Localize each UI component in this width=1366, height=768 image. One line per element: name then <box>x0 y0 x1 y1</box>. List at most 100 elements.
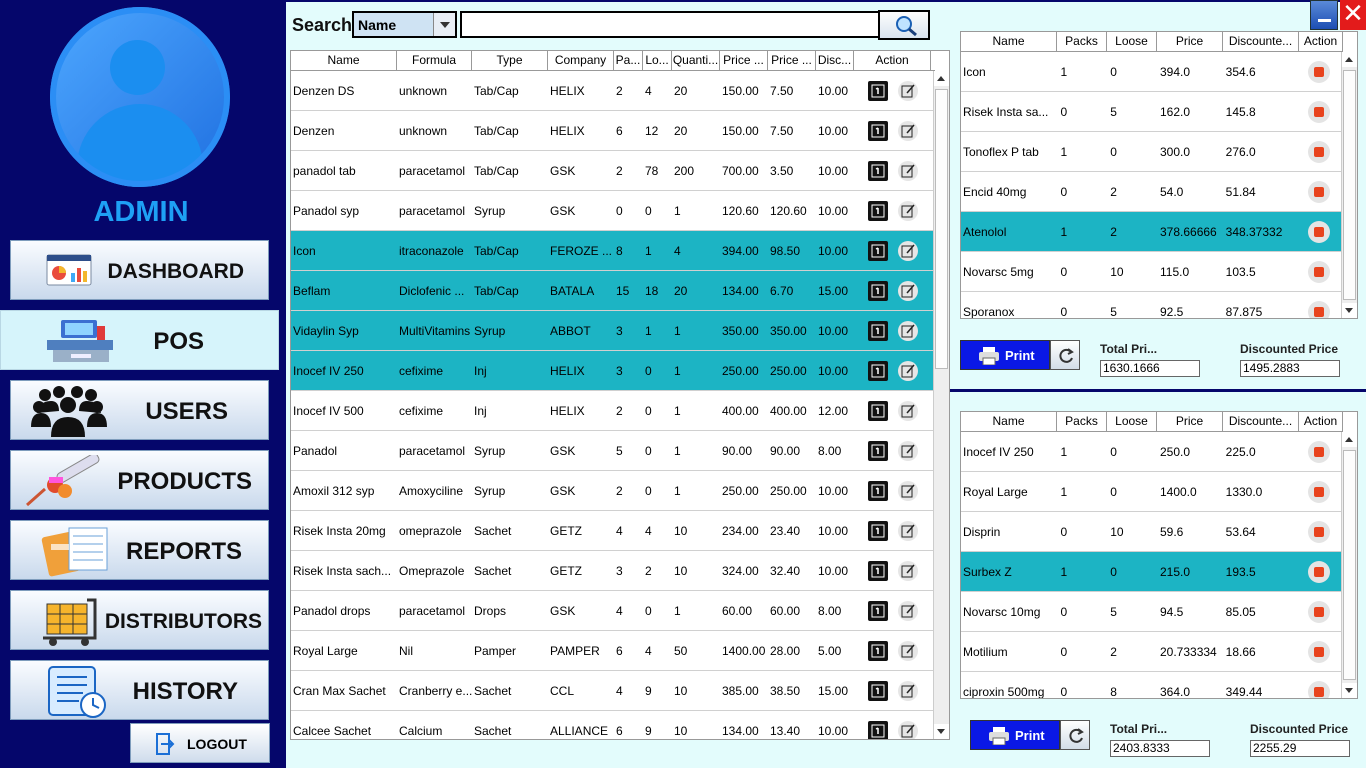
column-header[interactable]: Formula <box>397 51 472 70</box>
print-button-2[interactable]: Print <box>970 720 1060 750</box>
column-header[interactable]: Action <box>854 51 931 70</box>
nav-dashboard[interactable]: DASHBOARD <box>10 240 269 300</box>
table-row[interactable]: Denzen unknown Tab/Cap HELIX 6 12 20 150.00 7.50… <box>291 111 933 151</box>
add-to-cart-icon[interactable] <box>867 120 889 142</box>
edit-icon[interactable] <box>897 480 919 502</box>
table-row[interactable]: Icon itraconazole Tab/Cap FEROZE ... 8 1 4 394.… <box>291 231 933 271</box>
column-header[interactable]: Pa... <box>614 51 643 70</box>
table-row[interactable]: Calcee Sachet Calcium Sachet ALLIANCE 6 9 10 13… <box>291 711 933 739</box>
scroll-up-icon[interactable] <box>1342 52 1357 67</box>
nav-history[interactable]: HISTORY <box>10 660 269 720</box>
cart-row[interactable]: Novarsc 5mg 0 10 115.0 103.5 <box>961 252 1341 292</box>
nav-users[interactable]: USERS <box>10 380 269 440</box>
edit-icon[interactable] <box>897 600 919 622</box>
cart1-scrollbar[interactable] <box>1341 52 1357 318</box>
column-header[interactable]: Name <box>961 412 1057 431</box>
table-row[interactable]: panadol tab paracetamol Tab/Cap GSK 2 78 200 70… <box>291 151 933 191</box>
add-to-cart-icon[interactable] <box>867 360 889 382</box>
table-row[interactable]: Royal Large Nil Pamper PAMPER 6 4 50 1400.00 28.… <box>291 631 933 671</box>
column-header[interactable]: Name <box>291 51 397 70</box>
table-row[interactable]: Panadol syp paracetamol Syrup GSK 0 0 1 120.60 1… <box>291 191 933 231</box>
table-row[interactable]: Risek Insta sach... Omeprazole Sachet GETZ 3… <box>291 551 933 591</box>
close-button[interactable]: ✕ <box>1340 0 1366 30</box>
nav-distributors[interactable]: DISTRIBUTORS <box>10 590 269 650</box>
cart2-scrollbar[interactable] <box>1341 432 1357 698</box>
edit-icon[interactable] <box>897 80 919 102</box>
products-scrollbar[interactable] <box>933 71 949 739</box>
add-to-cart-icon[interactable] <box>867 240 889 262</box>
search-input[interactable] <box>460 11 880 38</box>
column-header[interactable]: Type <box>472 51 548 70</box>
delete-icon[interactable] <box>1308 260 1331 283</box>
add-to-cart-icon[interactable] <box>867 160 889 182</box>
edit-icon[interactable] <box>897 360 919 382</box>
chevron-down-icon[interactable] <box>433 13 455 36</box>
edit-icon[interactable] <box>897 560 919 582</box>
edit-icon[interactable] <box>897 280 919 302</box>
edit-icon[interactable] <box>897 160 919 182</box>
column-header[interactable]: Action <box>1299 412 1343 431</box>
cart-row[interactable]: Atenolol 1 2 378.66666 348.37332 <box>961 212 1341 252</box>
column-header[interactable]: Packs <box>1057 412 1107 431</box>
cart-row[interactable]: Tonoflex P tab 1 0 300.0 276.0 <box>961 132 1341 172</box>
delete-icon[interactable] <box>1308 600 1331 623</box>
edit-icon[interactable] <box>897 120 919 142</box>
add-to-cart-icon[interactable] <box>867 280 889 302</box>
delete-icon[interactable] <box>1308 180 1331 203</box>
table-row[interactable]: Panadol drops paracetamol Drops GSK 4 0 1 60.00… <box>291 591 933 631</box>
scroll-down-icon[interactable] <box>934 724 949 739</box>
scroll-thumb[interactable] <box>935 89 948 369</box>
column-header[interactable]: Price ... <box>768 51 816 70</box>
edit-icon[interactable] <box>897 720 919 740</box>
edit-icon[interactable] <box>897 680 919 702</box>
cart-row[interactable]: ciproxin 500mg 0 8 364.0 349.44 <box>961 672 1341 698</box>
cart-row[interactable]: Disprin 0 10 59.6 53.64 <box>961 512 1341 552</box>
add-to-cart-icon[interactable] <box>867 600 889 622</box>
column-header[interactable]: Price ... <box>720 51 768 70</box>
cart-row[interactable]: Surbex Z 1 0 215.0 193.5 <box>961 552 1341 592</box>
nav-reports[interactable]: REPORTS <box>10 520 269 580</box>
scroll-thumb[interactable] <box>1343 450 1356 680</box>
add-to-cart-icon[interactable] <box>867 720 889 740</box>
table-row[interactable]: Beflam Diclofenic ... Tab/Cap BATALA 15 18 20 1… <box>291 271 933 311</box>
table-row[interactable]: Panadol paracetamol Syrup GSK 5 0 1 90.00 90.00 8… <box>291 431 933 471</box>
delete-icon[interactable] <box>1308 100 1331 123</box>
cart-row[interactable]: Novarsc 10mg 0 5 94.5 85.05 <box>961 592 1341 632</box>
scroll-down-icon[interactable] <box>1342 683 1357 698</box>
delete-icon[interactable] <box>1308 440 1331 463</box>
add-to-cart-icon[interactable] <box>867 400 889 422</box>
minimize-button[interactable] <box>1310 0 1338 30</box>
delete-icon[interactable] <box>1308 140 1331 163</box>
column-header[interactable]: Lo... <box>643 51 672 70</box>
edit-icon[interactable] <box>897 400 919 422</box>
column-header[interactable]: Discounte... <box>1223 32 1299 51</box>
edit-icon[interactable] <box>897 240 919 262</box>
table-row[interactable]: Denzen DS unknown Tab/Cap HELIX 2 4 20 150.00 7.… <box>291 71 933 111</box>
edit-icon[interactable] <box>897 440 919 462</box>
column-header[interactable]: Loose <box>1107 32 1157 51</box>
column-header[interactable]: Loose <box>1107 412 1157 431</box>
add-to-cart-icon[interactable] <box>867 640 889 662</box>
refresh-button-1[interactable] <box>1050 340 1080 370</box>
column-header[interactable]: Packs <box>1057 32 1107 51</box>
cart-row[interactable]: Inocef IV 250 1 0 250.0 225.0 <box>961 432 1341 472</box>
print-button-1[interactable]: Print <box>960 340 1050 370</box>
delete-icon[interactable] <box>1308 60 1331 83</box>
delete-icon[interactable] <box>1308 560 1331 583</box>
column-header[interactable]: Discounte... <box>1223 412 1299 431</box>
column-header[interactable]: Price <box>1157 412 1223 431</box>
table-row[interactable]: Vidaylin Syp MultiVitamins Syrup ABBOT 3 1 1 35… <box>291 311 933 351</box>
delete-icon[interactable] <box>1308 220 1331 243</box>
nav-products[interactable]: PRODUCTS <box>10 450 269 510</box>
column-header[interactable]: Price <box>1157 32 1223 51</box>
edit-icon[interactable] <box>897 640 919 662</box>
edit-icon[interactable] <box>897 320 919 342</box>
delete-icon[interactable] <box>1308 480 1331 503</box>
column-header[interactable]: Company <box>548 51 614 70</box>
nav-pos[interactable]: POS <box>0 310 279 370</box>
table-row[interactable]: Inocef IV 250 cefixime Inj HELIX 3 0 1 250.00 25… <box>291 351 933 391</box>
column-header[interactable]: Name <box>961 32 1057 51</box>
column-header[interactable]: Disc... <box>816 51 854 70</box>
cart-row[interactable]: Encid 40mg 0 2 54.0 51.84 <box>961 172 1341 212</box>
table-row[interactable]: Inocef IV 500 cefixime Inj HELIX 2 0 1 400.00 40… <box>291 391 933 431</box>
